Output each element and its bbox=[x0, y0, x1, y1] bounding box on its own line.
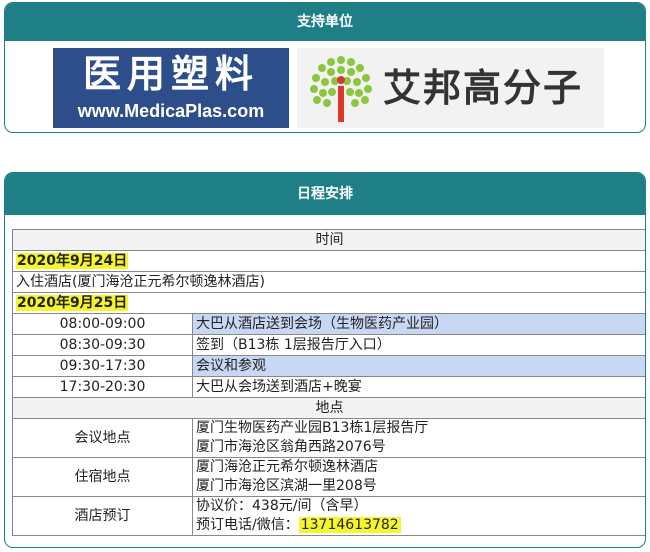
table-row: 会议地点 厦门生物医药产业园B13栋1层报告厅 厦门市海沧区翁角西路2076号 bbox=[12, 418, 645, 458]
schedule-table: 时间 2020年9月24日 入住酒店(厦门海沧正元希尔顿逸林酒店) 2020年9… bbox=[12, 229, 645, 536]
table-row: 09:30-17:30 会议和参观 bbox=[12, 355, 645, 377]
table-row: 入住酒店(厦门海沧正元希尔顿逸林酒店) bbox=[12, 271, 645, 293]
day1-date-cell: 2020年9月24日 bbox=[12, 250, 645, 272]
day1-event: 入住酒店(厦门海沧正元希尔顿逸林酒店) bbox=[12, 271, 645, 293]
item-event: 会议和参观 bbox=[192, 355, 645, 377]
item-time: 08:00-09:00 bbox=[12, 313, 193, 335]
venue-detail: 厦门生物医药产业园B13栋1层报告厅 厦门市海沧区翁角西路2076号 bbox=[192, 418, 645, 458]
venue-line1: 厦门生物医药产业园B13栋1层报告厅 bbox=[196, 420, 429, 436]
aibang-logo-text: 艾邦高分子 bbox=[383, 66, 584, 110]
booking-phone[interactable]: 13714613782 bbox=[298, 517, 401, 533]
item-event: 签到（B13栋 1层报告厅入口） bbox=[192, 334, 645, 356]
table-row: 08:30-09:30 签到（B13栋 1层报告厅入口） bbox=[12, 334, 645, 356]
item-time: 09:30-17:30 bbox=[12, 355, 193, 377]
medicaplas-logo-url: www.MedicaPlas.com bbox=[77, 101, 265, 121]
day2-date: 2020年9月25日 bbox=[16, 294, 129, 311]
day1-date: 2020年9月24日 bbox=[16, 252, 129, 269]
booking-label: 酒店预订 bbox=[12, 496, 193, 536]
booking-line1: 协议价：438元/间（含早） bbox=[196, 498, 368, 514]
booking-line2-prefix: 预订电话/微信： bbox=[196, 517, 299, 533]
sponsor-title: 支持单位 bbox=[5, 3, 645, 41]
booking-line2: 预订电话/微信： 13714613782 bbox=[196, 516, 643, 535]
table-row: 08:00-09:00 大巴从酒店送到会场（生物医药产业园） bbox=[12, 313, 645, 335]
day2-date-cell: 2020年9月25日 bbox=[12, 292, 645, 314]
schedule-title: 日程安排 bbox=[5, 173, 645, 215]
table-row: 2020年9月24日 bbox=[12, 250, 645, 272]
item-event: 大巴从会场送到酒店+晚宴 bbox=[192, 376, 645, 398]
schedule-card: 日程安排 时间 2020年9月24日 入住酒店(厦门海沧正元希尔顿逸林酒店) 2… bbox=[4, 172, 646, 548]
tree-icon bbox=[310, 56, 372, 122]
sponsor-card: 支持单位 医用塑料 www.MedicaPlas.com 艾邦高分子 bbox=[4, 2, 646, 133]
medicaplas-logo-cn: 医用塑料 bbox=[82, 51, 259, 96]
hotel-line2: 厦门市海沧区滨湖一里208号 bbox=[196, 478, 377, 494]
table-row: 地点 bbox=[12, 397, 645, 419]
medicaplas-logo[interactable]: 医用塑料 www.MedicaPlas.com bbox=[53, 48, 289, 128]
time-header: 时间 bbox=[12, 229, 645, 251]
hotel-line1: 厦门海沧正元希尔顿逸林酒店 bbox=[196, 459, 378, 475]
sponsor-logos: 医用塑料 www.MedicaPlas.com 艾邦高分子 bbox=[49, 48, 604, 128]
aibang-logo[interactable]: 艾邦高分子 bbox=[297, 48, 604, 128]
hotel-label: 住宿地点 bbox=[12, 457, 193, 497]
venue-label: 会议地点 bbox=[12, 418, 193, 458]
venue-line2: 厦门市海沧区翁角西路2076号 bbox=[196, 439, 386, 455]
item-time: 08:30-09:30 bbox=[12, 334, 193, 356]
item-event: 大巴从酒店送到会场（生物医药产业园） bbox=[192, 313, 645, 335]
place-header: 地点 bbox=[12, 397, 645, 419]
table-row: 2020年9月25日 bbox=[12, 292, 645, 314]
table-row: 住宿地点 厦门海沧正元希尔顿逸林酒店 厦门市海沧区滨湖一里208号 bbox=[12, 457, 645, 497]
table-row: 时间 bbox=[12, 229, 645, 251]
hotel-detail: 厦门海沧正元希尔顿逸林酒店 厦门市海沧区滨湖一里208号 bbox=[192, 457, 645, 497]
table-row: 酒店预订 协议价：438元/间（含早） 预订电话/微信： 13714613782 bbox=[12, 496, 645, 536]
booking-detail: 协议价：438元/间（含早） 预订电话/微信： 13714613782 bbox=[192, 496, 645, 536]
item-time: 17:30-20:30 bbox=[12, 376, 193, 398]
table-row: 17:30-20:30 大巴从会场送到酒店+晚宴 bbox=[12, 376, 645, 398]
